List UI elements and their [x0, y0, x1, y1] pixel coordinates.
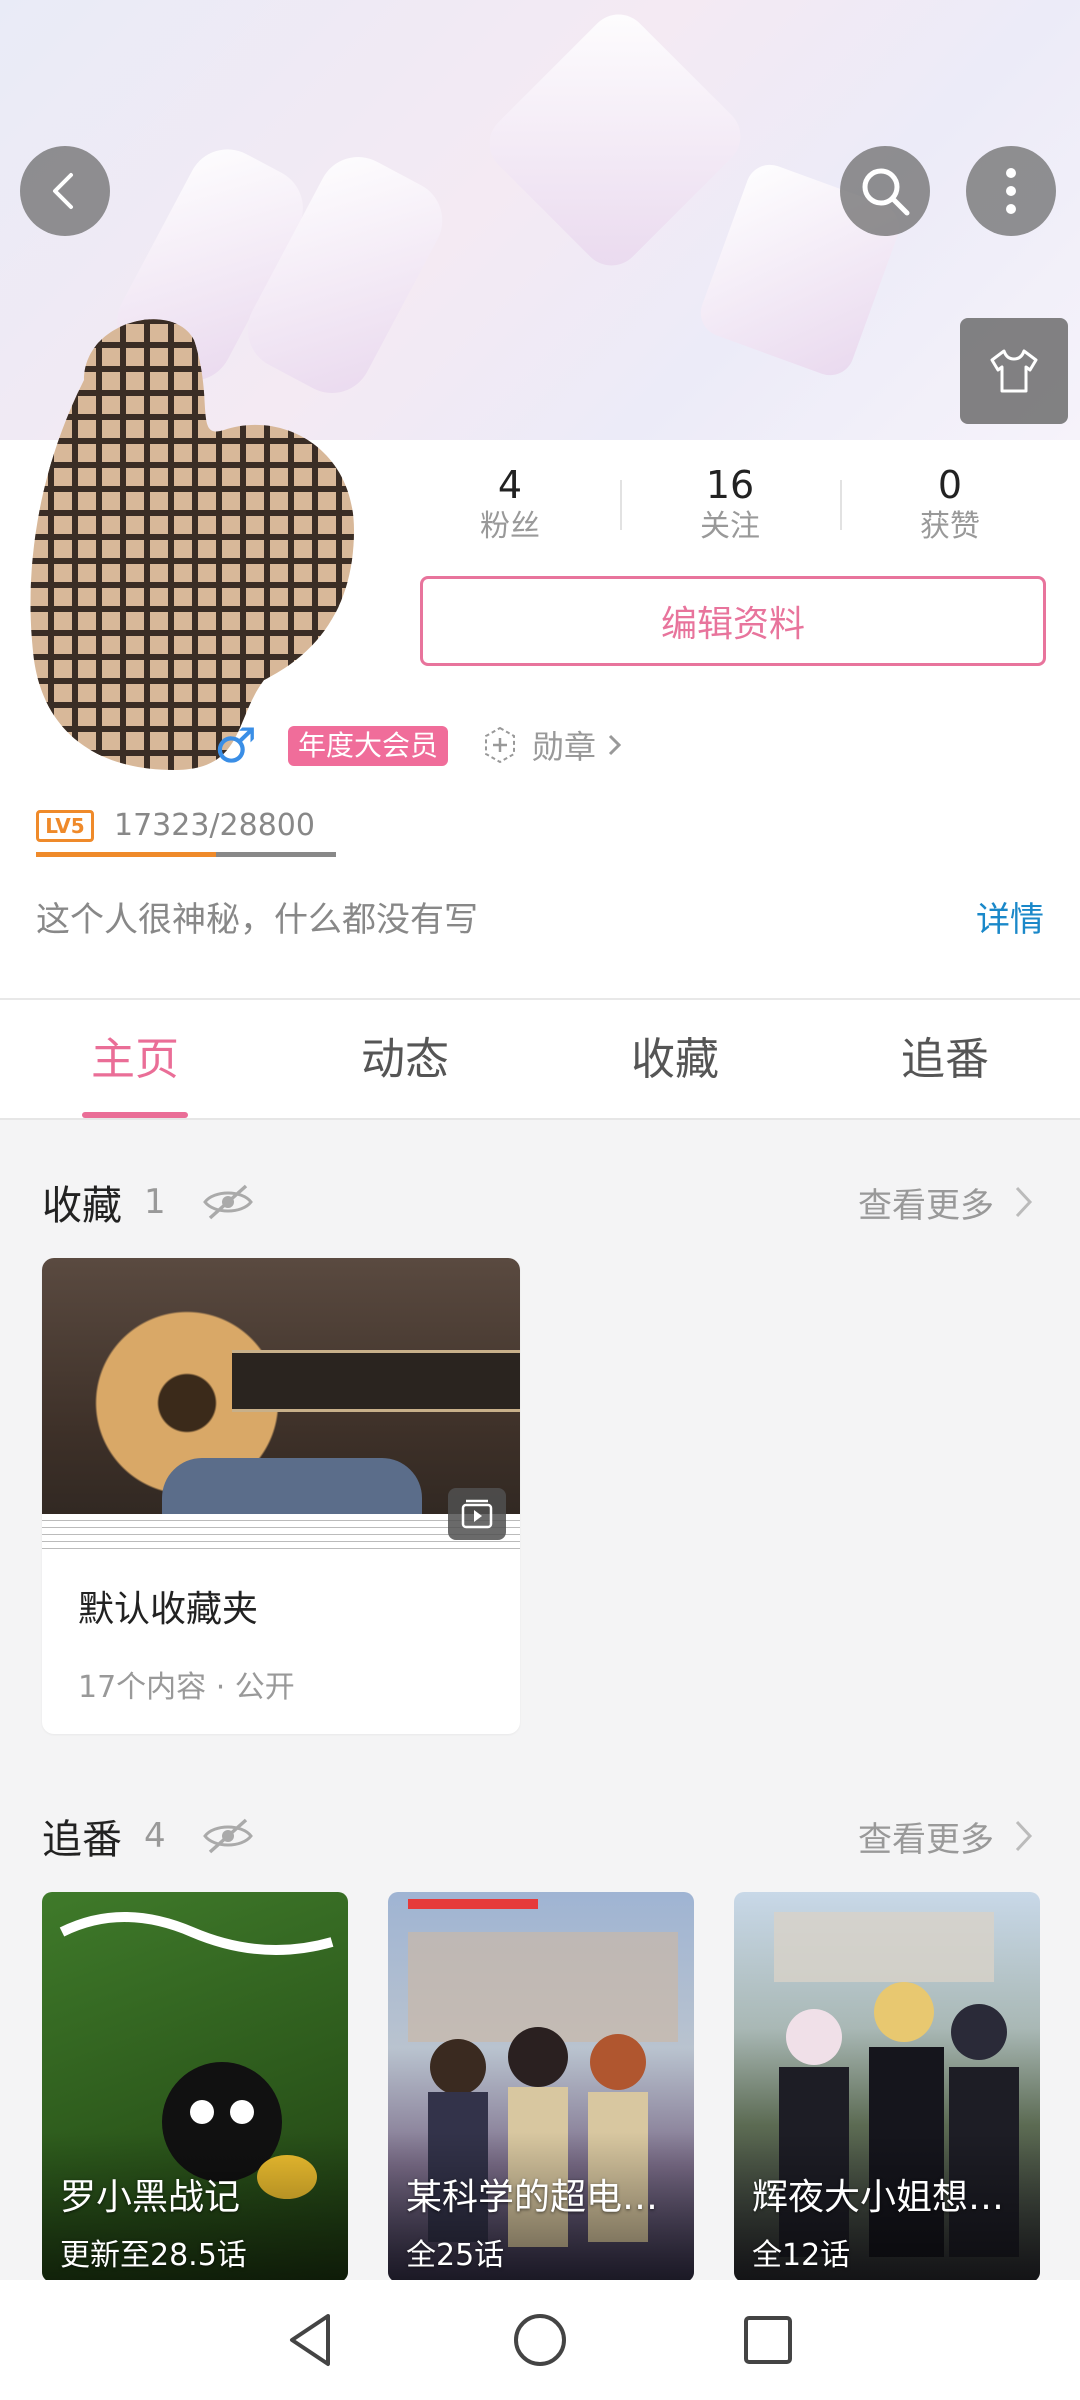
bangumi-card[interactable]: 罗小黑战记 更新至28.5话	[42, 1892, 348, 2282]
bangumi-title-text: 辉夜大小姐想让我告白？	[752, 2177, 1022, 2218]
nav-back-icon	[290, 2314, 330, 2366]
system-nav-bar	[0, 2280, 1080, 2400]
profile-tabs: 主页 动态 收藏 追番	[0, 1000, 1080, 1120]
shirt-icon	[990, 349, 1038, 393]
favorites-header: 收藏 1 查看更多	[42, 1172, 1038, 1232]
nav-home-icon	[514, 2314, 566, 2366]
fans-label: 粉丝	[480, 509, 540, 544]
bangumi-title: 追番	[42, 1817, 122, 1863]
stat-likes[interactable]: 0 获赞	[840, 462, 1060, 552]
search-button[interactable]	[840, 146, 930, 236]
stat-following[interactable]: 16 关注	[620, 462, 840, 552]
following-count: 16	[705, 463, 755, 507]
stats-row: 4 粉丝 16 关注 0 获赞	[400, 462, 1060, 552]
playlist-icon	[448, 1488, 506, 1540]
bangumi-progress-text: 全12话	[752, 2238, 851, 2273]
search-icon	[862, 168, 910, 216]
more-button[interactable]	[966, 146, 1056, 236]
likes-label: 获赞	[920, 509, 980, 544]
level-progress-fill	[36, 852, 217, 857]
bangumi-title-text: 某科学的超电磁炮	[406, 2177, 676, 2218]
eye-off-icon[interactable]	[202, 1816, 254, 1856]
nav-back-button[interactable]	[272, 2302, 348, 2378]
more-vertical-icon	[1006, 168, 1016, 214]
detail-link[interactable]: 详情	[976, 892, 1044, 941]
level-progress-bar	[36, 852, 336, 857]
bangumi-title-text: 罗小黑战记	[60, 2177, 241, 2218]
gender-male-icon: ♂	[214, 718, 258, 774]
bangumi-more-label: 查看更多	[858, 1819, 994, 1860]
bangumi-progress-text: 更新至28.5话	[60, 2238, 247, 2273]
folder-meta: 17个内容 · 公开	[78, 1670, 295, 1705]
favorites-more-link[interactable]: 查看更多	[858, 1178, 1038, 1227]
tab-bangumi[interactable]: 追番	[810, 1000, 1080, 1118]
fans-count: 4	[497, 463, 523, 507]
edit-profile-button[interactable]: 编辑资料	[420, 576, 1046, 666]
guitar-neck-decor	[232, 1350, 520, 1412]
chevron-right-icon	[1015, 1186, 1033, 1218]
following-label: 关注	[700, 509, 760, 544]
favorites-more-label: 查看更多	[858, 1185, 994, 1226]
tab-favorites[interactable]: 收藏	[540, 1000, 810, 1118]
tab-home[interactable]: 主页	[0, 1000, 270, 1118]
bangumi-card[interactable]: 某科学的超电磁炮 全25话	[388, 1892, 694, 2282]
bangumi-count: 4	[144, 1816, 166, 1856]
bangumi-more-link[interactable]: 查看更多	[858, 1812, 1038, 1861]
back-button[interactable]	[20, 146, 110, 236]
medal-icon	[485, 726, 515, 764]
folder-name: 默认收藏夹	[78, 1589, 259, 1630]
banner-decor	[477, 2, 753, 278]
level-row: LV5 17323/28800	[36, 808, 315, 843]
level-badge: LV5	[36, 809, 94, 842]
bangumi-card[interactable]: 辉夜大小姐想让我告白？ 全12话	[734, 1892, 1040, 2282]
chevron-right-icon	[1015, 1820, 1033, 1852]
favorites-count: 1	[144, 1182, 166, 1222]
theme-button[interactable]	[960, 318, 1068, 424]
nav-recents-button[interactable]	[730, 2302, 806, 2378]
folder-thumbnail	[42, 1258, 520, 1554]
medal-link[interactable]: 勋章	[480, 722, 626, 768]
vip-badge[interactable]: 年度大会员	[288, 726, 449, 766]
level-exp: 17323/28800	[114, 808, 315, 843]
bangumi-progress-text: 全25话	[406, 2238, 505, 2273]
nav-recents-icon	[744, 2316, 792, 2364]
back-arrow-icon	[53, 173, 73, 209]
favorites-title: 收藏	[42, 1183, 122, 1229]
eye-off-icon[interactable]	[202, 1182, 254, 1222]
likes-count: 0	[937, 463, 963, 507]
nav-home-button[interactable]	[502, 2302, 578, 2378]
favorite-folder-card[interactable]: 默认收藏夹 17个内容 · 公开	[42, 1258, 520, 1734]
chevron-right-icon	[608, 734, 622, 756]
bangumi-header: 追番 4 查看更多	[42, 1806, 1038, 1866]
stat-fans[interactable]: 4 粉丝	[400, 462, 620, 552]
medal-label: 勋章	[532, 728, 597, 766]
signature: 这个人很神秘，什么都没有写	[36, 900, 478, 940]
tab-dynamic[interactable]: 动态	[270, 1000, 540, 1118]
